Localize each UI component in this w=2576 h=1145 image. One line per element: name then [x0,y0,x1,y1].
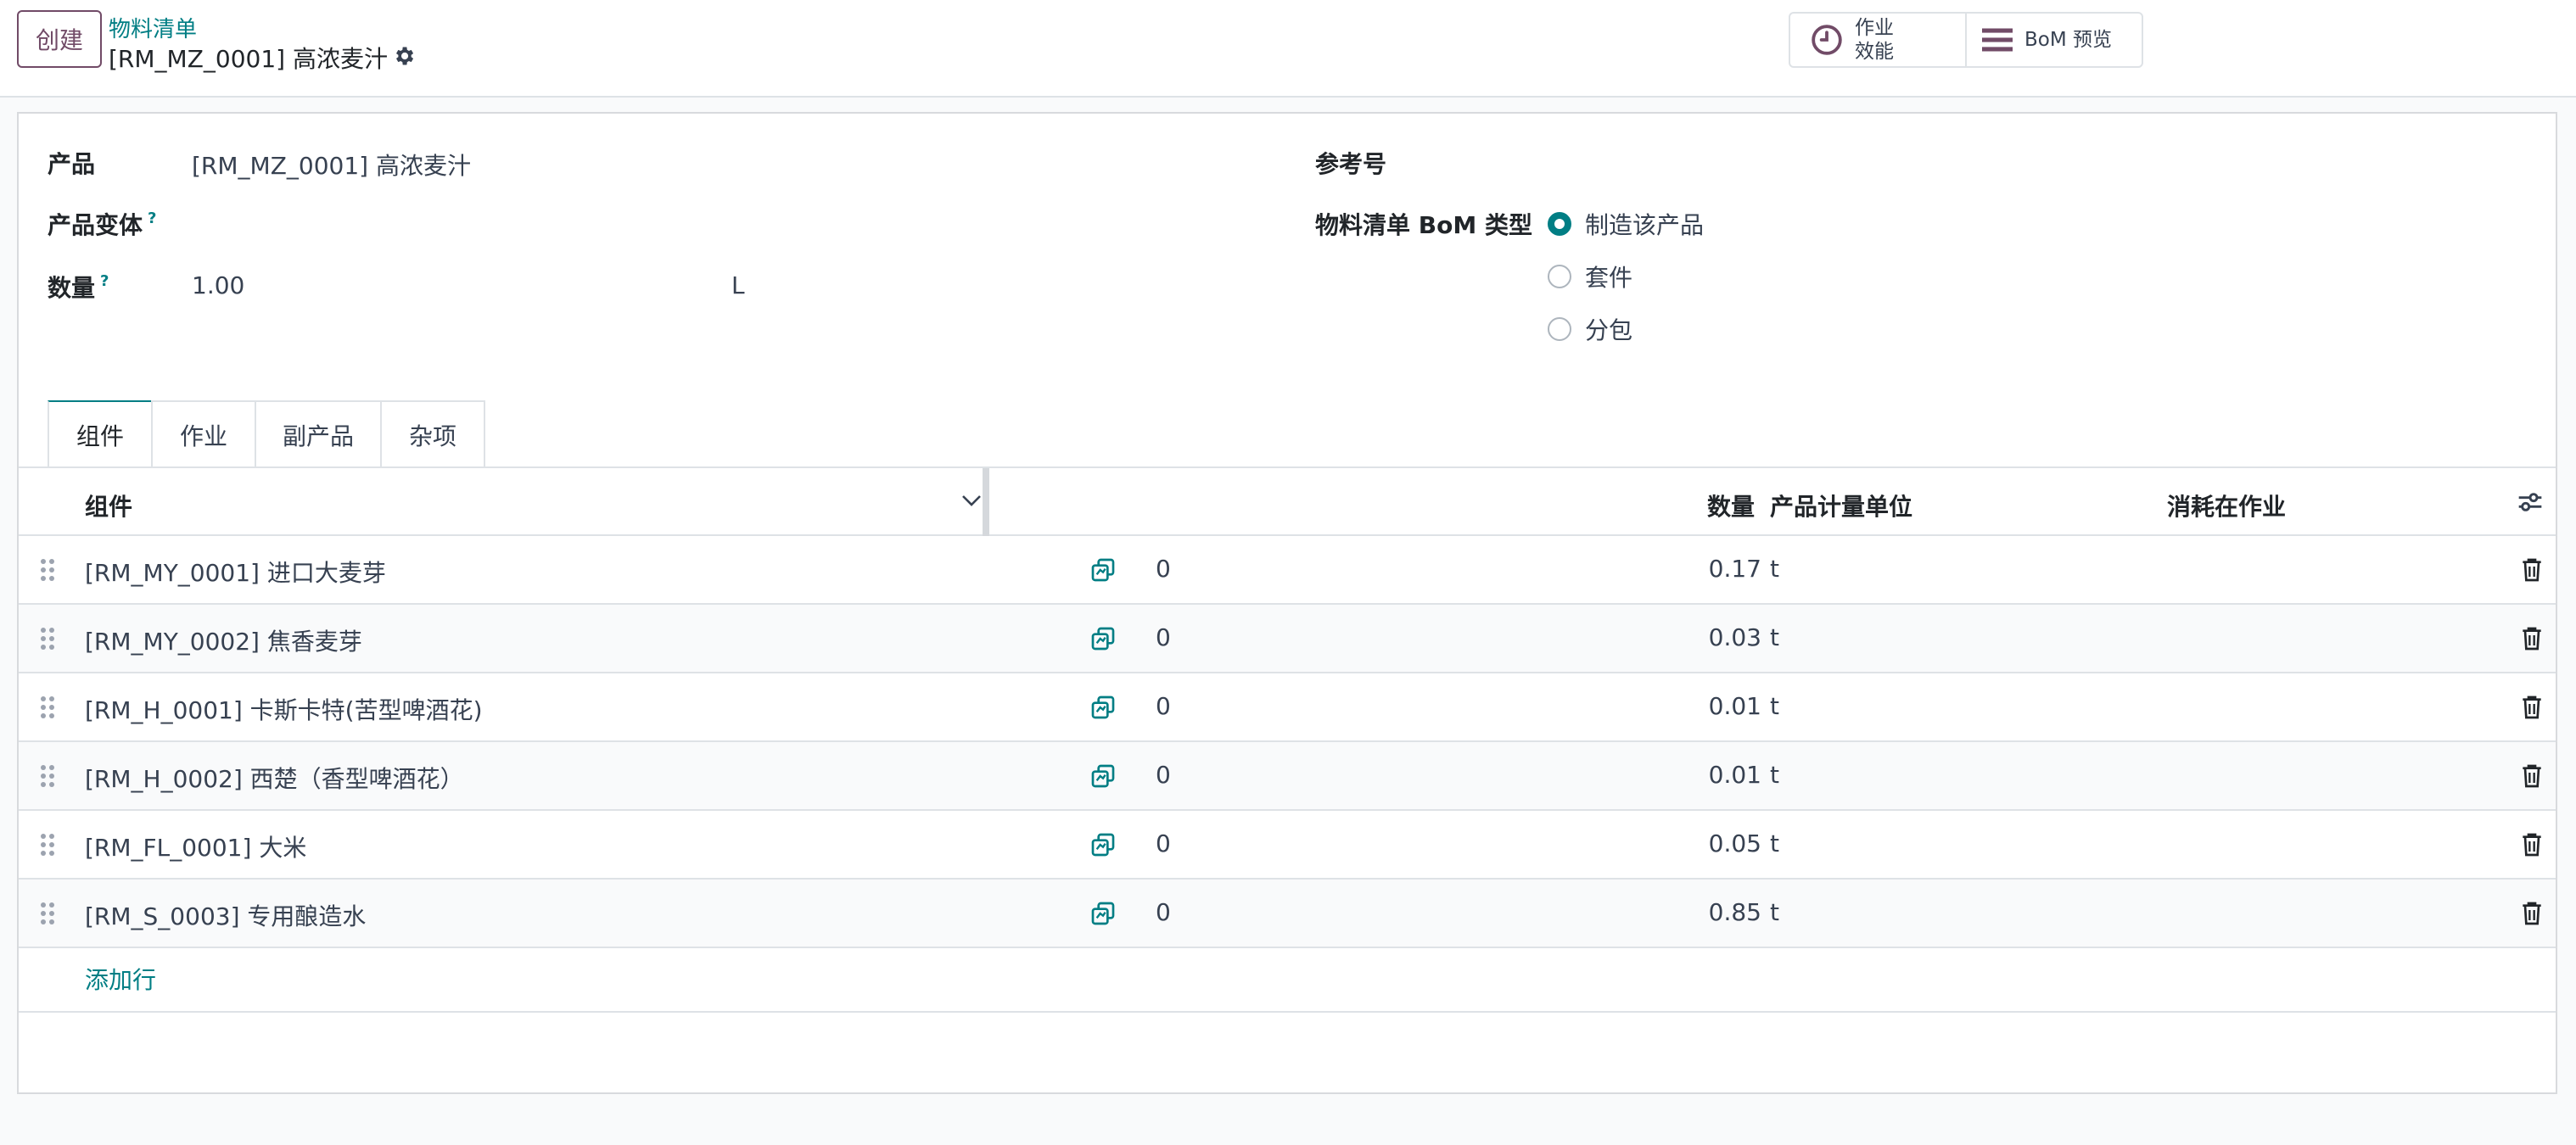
quantity-cell[interactable]: 0.01 [1709,692,1761,720]
table-row[interactable]: [RM_FL_0001] 大米 0 0.05 t [19,811,2556,880]
bom-type-label: 物料清单 BoM 类型 [1315,211,1532,239]
component-cell[interactable]: [RM_H_0001] 卡斯卡特(苦型啤酒花) [85,692,483,726]
trash-icon[interactable] [2520,694,2544,721]
availability-cell: 0 [1156,898,1171,926]
bom-type-option-kit[interactable]: 套件 [1548,260,1632,293]
quantity-cell[interactable]: 0.85 [1709,898,1761,926]
availability-cell: 0 [1156,555,1171,583]
availability-cell: 0 [1156,761,1171,789]
uom-cell[interactable]: t [1770,623,1779,651]
quantity-cell[interactable]: 0.03 [1709,623,1761,651]
help-icon[interactable]: ? [148,209,156,227]
add-line-link[interactable]: 添加行 [85,962,156,996]
chevron-down-icon[interactable] [960,492,983,509]
table-row[interactable]: [RM_H_0001] 卡斯卡特(苦型啤酒花) 0 0.01 t [19,673,2556,742]
operations-label-line2: 效能 [1855,41,1894,63]
col-header-quantity[interactable]: 数量 [1707,489,1755,522]
table-row[interactable]: [RM_MY_0002] 焦香麦芽 0 0.03 t [19,605,2556,673]
forecast-icon[interactable] [1089,762,1117,790]
bom-type-option-subcontract[interactable]: 分包 [1548,312,1632,346]
tab-byproducts[interactable]: 副产品 [255,400,382,468]
component-cell[interactable]: [RM_MY_0001] 进口大麦芽 [85,555,386,589]
availability-cell: 0 [1156,829,1171,857]
bom-type-option-manufacture[interactable]: 制造该产品 [1548,207,1704,241]
drag-handle-icon[interactable] [39,833,56,857]
trash-icon[interactable] [2520,556,2544,584]
availability-cell: 0 [1156,692,1171,720]
notebook-tabs: 组件 作业 副产品 杂项 [48,400,485,468]
product-field[interactable]: [RM_MZ_0001] 高浓麦汁 [192,148,471,182]
table-row[interactable]: [RM_H_0002] 西楚（香型啤酒花） 0 0.01 t [19,742,2556,811]
forecast-icon[interactable] [1089,694,1117,721]
radio-unchecked[interactable] [1548,265,1571,288]
radio-checked[interactable] [1548,212,1571,236]
quantity-label: 数量? [48,272,109,302]
reference-field[interactable] [1549,144,2483,178]
tab-operations[interactable]: 作业 [151,400,256,468]
drag-handle-icon[interactable] [39,558,56,582]
table-footer-divider [19,1011,2556,1013]
bars-icon [1982,28,2013,52]
tab-misc[interactable]: 杂项 [380,400,485,468]
column-settings-icon[interactable] [2517,489,2544,516]
gear-icon[interactable] [392,44,416,68]
column-resize-handle[interactable] [983,468,989,536]
quantity-cell[interactable]: 0.17 [1709,555,1761,583]
operations-efficiency-button[interactable]: 作业 效能 [1790,14,1967,66]
product-label: 产品 [48,150,96,178]
tab-components[interactable]: 组件 [48,400,153,468]
uom-cell[interactable]: t [1770,829,1779,857]
drag-handle-icon[interactable] [39,902,56,925]
availability-cell: 0 [1156,623,1171,651]
forecast-icon[interactable] [1089,831,1117,858]
drag-handle-icon[interactable] [39,764,56,788]
quantity-cell[interactable]: 0.05 [1709,829,1761,857]
quantity-cell[interactable]: 0.01 [1709,761,1761,789]
forecast-icon[interactable] [1089,625,1117,652]
record-title: [RM_MZ_0001] 高浓麦汁 [109,45,388,73]
help-icon[interactable]: ? [100,272,109,290]
trash-icon[interactable] [2520,762,2544,790]
table-row[interactable]: [RM_MY_0001] 进口大麦芽 0 0.17 t [19,536,2556,605]
component-cell[interactable]: [RM_H_0002] 西楚（香型啤酒花） [85,761,464,795]
quantity-field[interactable]: 1.00 [192,271,244,299]
col-header-uom[interactable]: 产品计量单位 [1770,489,1912,522]
uom-cell[interactable]: t [1770,898,1779,926]
drag-handle-icon[interactable] [39,627,56,651]
drag-handle-icon[interactable] [39,695,56,719]
table-header: 组件 数量 产品计量单位 消耗在作业 [19,468,2556,536]
control-panel: 创建 物料清单 [RM_MZ_0001] 高浓麦汁 作业 效能 BoM 预览 [0,0,2576,98]
clock-icon [1812,25,1842,55]
operations-label-line1: 作业 [1855,17,1894,39]
component-cell[interactable]: [RM_FL_0001] 大米 [85,829,306,863]
trash-icon[interactable] [2520,625,2544,652]
smart-buttons: 作业 效能 BoM 预览 [1789,12,2143,68]
component-cell[interactable]: [RM_S_0003] 专用酿造水 [85,898,366,932]
uom-cell[interactable]: t [1770,761,1779,789]
uom-cell[interactable]: t [1770,555,1779,583]
table-row[interactable]: [RM_S_0003] 专用酿造水 0 0.85 t [19,880,2556,948]
forecast-icon[interactable] [1089,556,1117,584]
form-sheet: 产品 [RM_MZ_0001] 高浓麦汁 产品变体? 数量? 1.00 L 参考… [17,112,2557,1094]
breadcrumb-bom-link[interactable]: 物料清单 [109,12,197,43]
uom-field[interactable]: L [731,271,745,299]
bom-preview-label: BoM 预览 [2024,29,2113,51]
trash-icon[interactable] [2520,900,2544,927]
col-header-consumed-in[interactable]: 消耗在作业 [2167,489,2286,522]
uom-cell[interactable]: t [1770,692,1779,720]
variant-field[interactable] [192,207,1210,241]
bom-preview-button[interactable]: BoM 预览 [1967,14,2142,66]
variant-label: 产品变体? [48,209,157,239]
trash-icon[interactable] [2520,831,2544,858]
forecast-icon[interactable] [1089,900,1117,927]
radio-unchecked[interactable] [1548,317,1571,341]
col-header-component[interactable]: 组件 [85,489,132,522]
component-cell[interactable]: [RM_MY_0002] 焦香麦芽 [85,623,362,657]
create-button[interactable]: 创建 [17,10,102,68]
reference-label: 参考号 [1315,150,1387,178]
